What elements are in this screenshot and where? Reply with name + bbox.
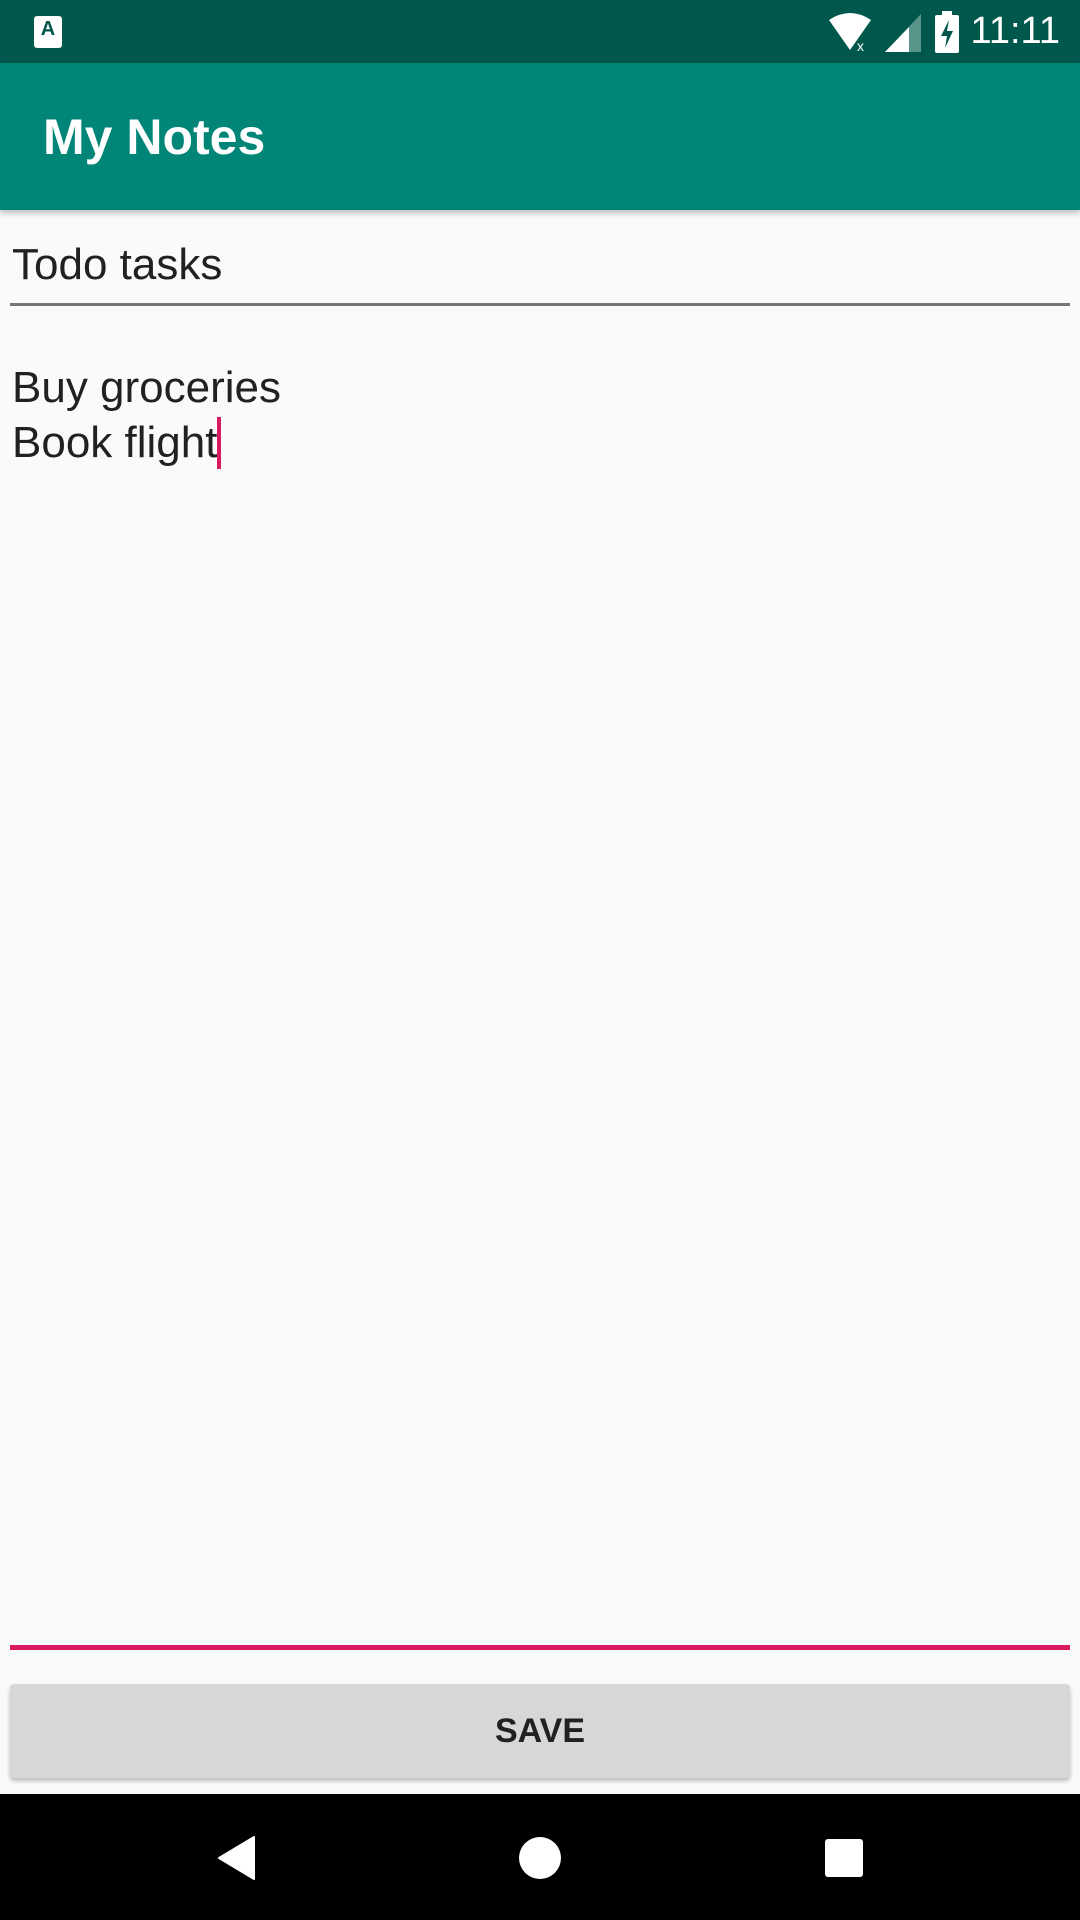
status-bar: A x 11:11 bbox=[0, 0, 1080, 63]
app-notification-icon: A bbox=[34, 16, 62, 48]
note-title-input[interactable]: Todo tasks bbox=[10, 240, 1070, 306]
navigation-bar bbox=[0, 1794, 1080, 1920]
signal-icon bbox=[884, 13, 921, 52]
back-button[interactable] bbox=[204, 1826, 268, 1890]
svg-text:x: x bbox=[857, 38, 864, 52]
back-icon bbox=[218, 1836, 255, 1880]
clock: 11:11 bbox=[970, 10, 1060, 52]
note-title-text: Todo tasks bbox=[12, 240, 223, 289]
recents-icon bbox=[825, 1839, 863, 1877]
note-body-line: Book flight bbox=[12, 418, 218, 467]
battery-charging-icon bbox=[934, 10, 959, 53]
note-body-input[interactable]: Buy groceries Book flight bbox=[10, 360, 1070, 1650]
note-body-line: Buy groceries bbox=[12, 363, 282, 412]
home-button[interactable] bbox=[508, 1826, 572, 1890]
wifi-off-icon: x bbox=[828, 12, 871, 52]
save-button[interactable]: SAVE bbox=[10, 1684, 1070, 1778]
home-icon bbox=[519, 1837, 561, 1879]
app-title: My Notes bbox=[43, 109, 266, 165]
recents-button[interactable] bbox=[812, 1826, 876, 1890]
app-bar: My Notes bbox=[0, 63, 1080, 210]
text-cursor bbox=[217, 417, 222, 469]
